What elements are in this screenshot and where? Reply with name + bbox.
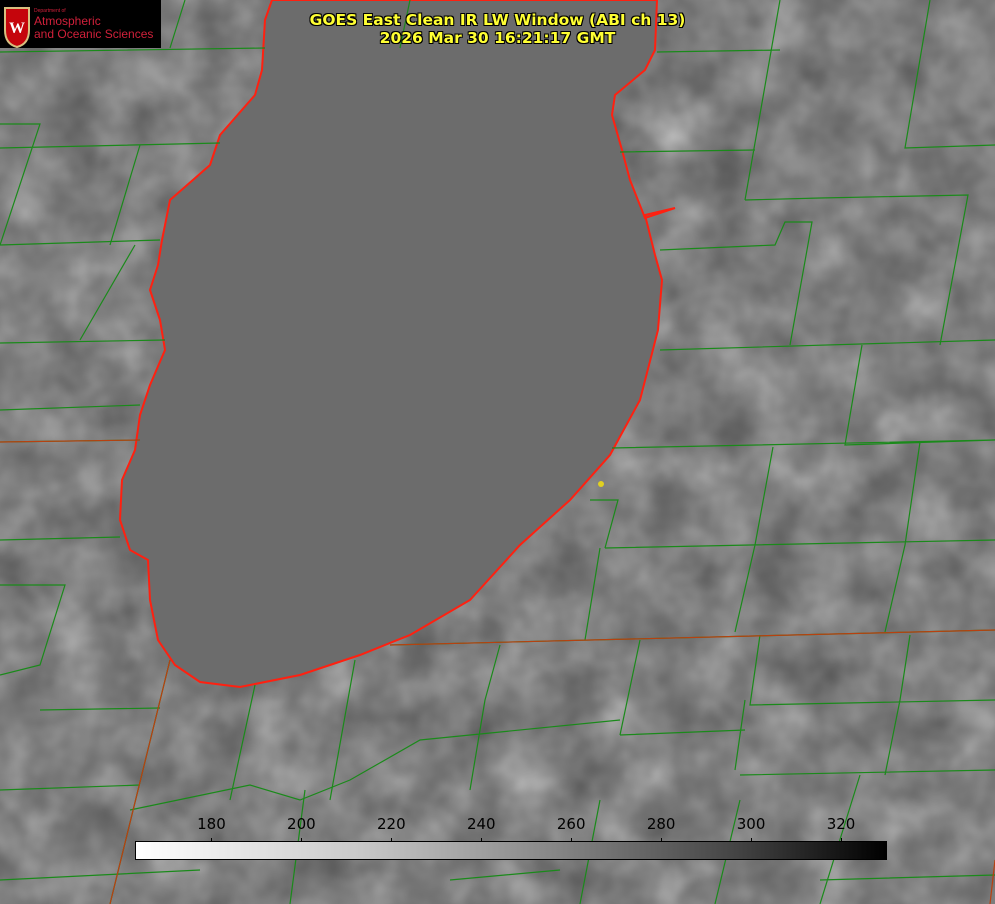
image-title: GOES East Clean IR LW Window (ABI ch 13)… [0, 11, 995, 47]
location-marker [598, 481, 604, 487]
colorbar-gradient [135, 841, 887, 860]
map-canvas [0, 0, 995, 904]
colorbar-tick-label: 200 [287, 815, 316, 833]
colorbar-tick-label: 260 [556, 815, 586, 833]
title-timestamp: 2026 Mar 30 16:21:17 GMT [379, 29, 616, 47]
colorbar-tick-label: 240 [466, 815, 496, 833]
colorbar-tick-label: 220 [377, 815, 406, 833]
title-product: GOES East Clean IR LW Window (ABI ch 13) [309, 11, 686, 29]
colorbar-tick-label: 180 [197, 815, 226, 833]
colorbar-tick-label: 280 [646, 815, 676, 833]
colorbar-tick-label: 320 [826, 815, 856, 833]
satellite-image: W Department of Atmospheric and Oceanic Sc… [0, 0, 995, 904]
colorbar-tick-label: 300 [736, 815, 766, 833]
